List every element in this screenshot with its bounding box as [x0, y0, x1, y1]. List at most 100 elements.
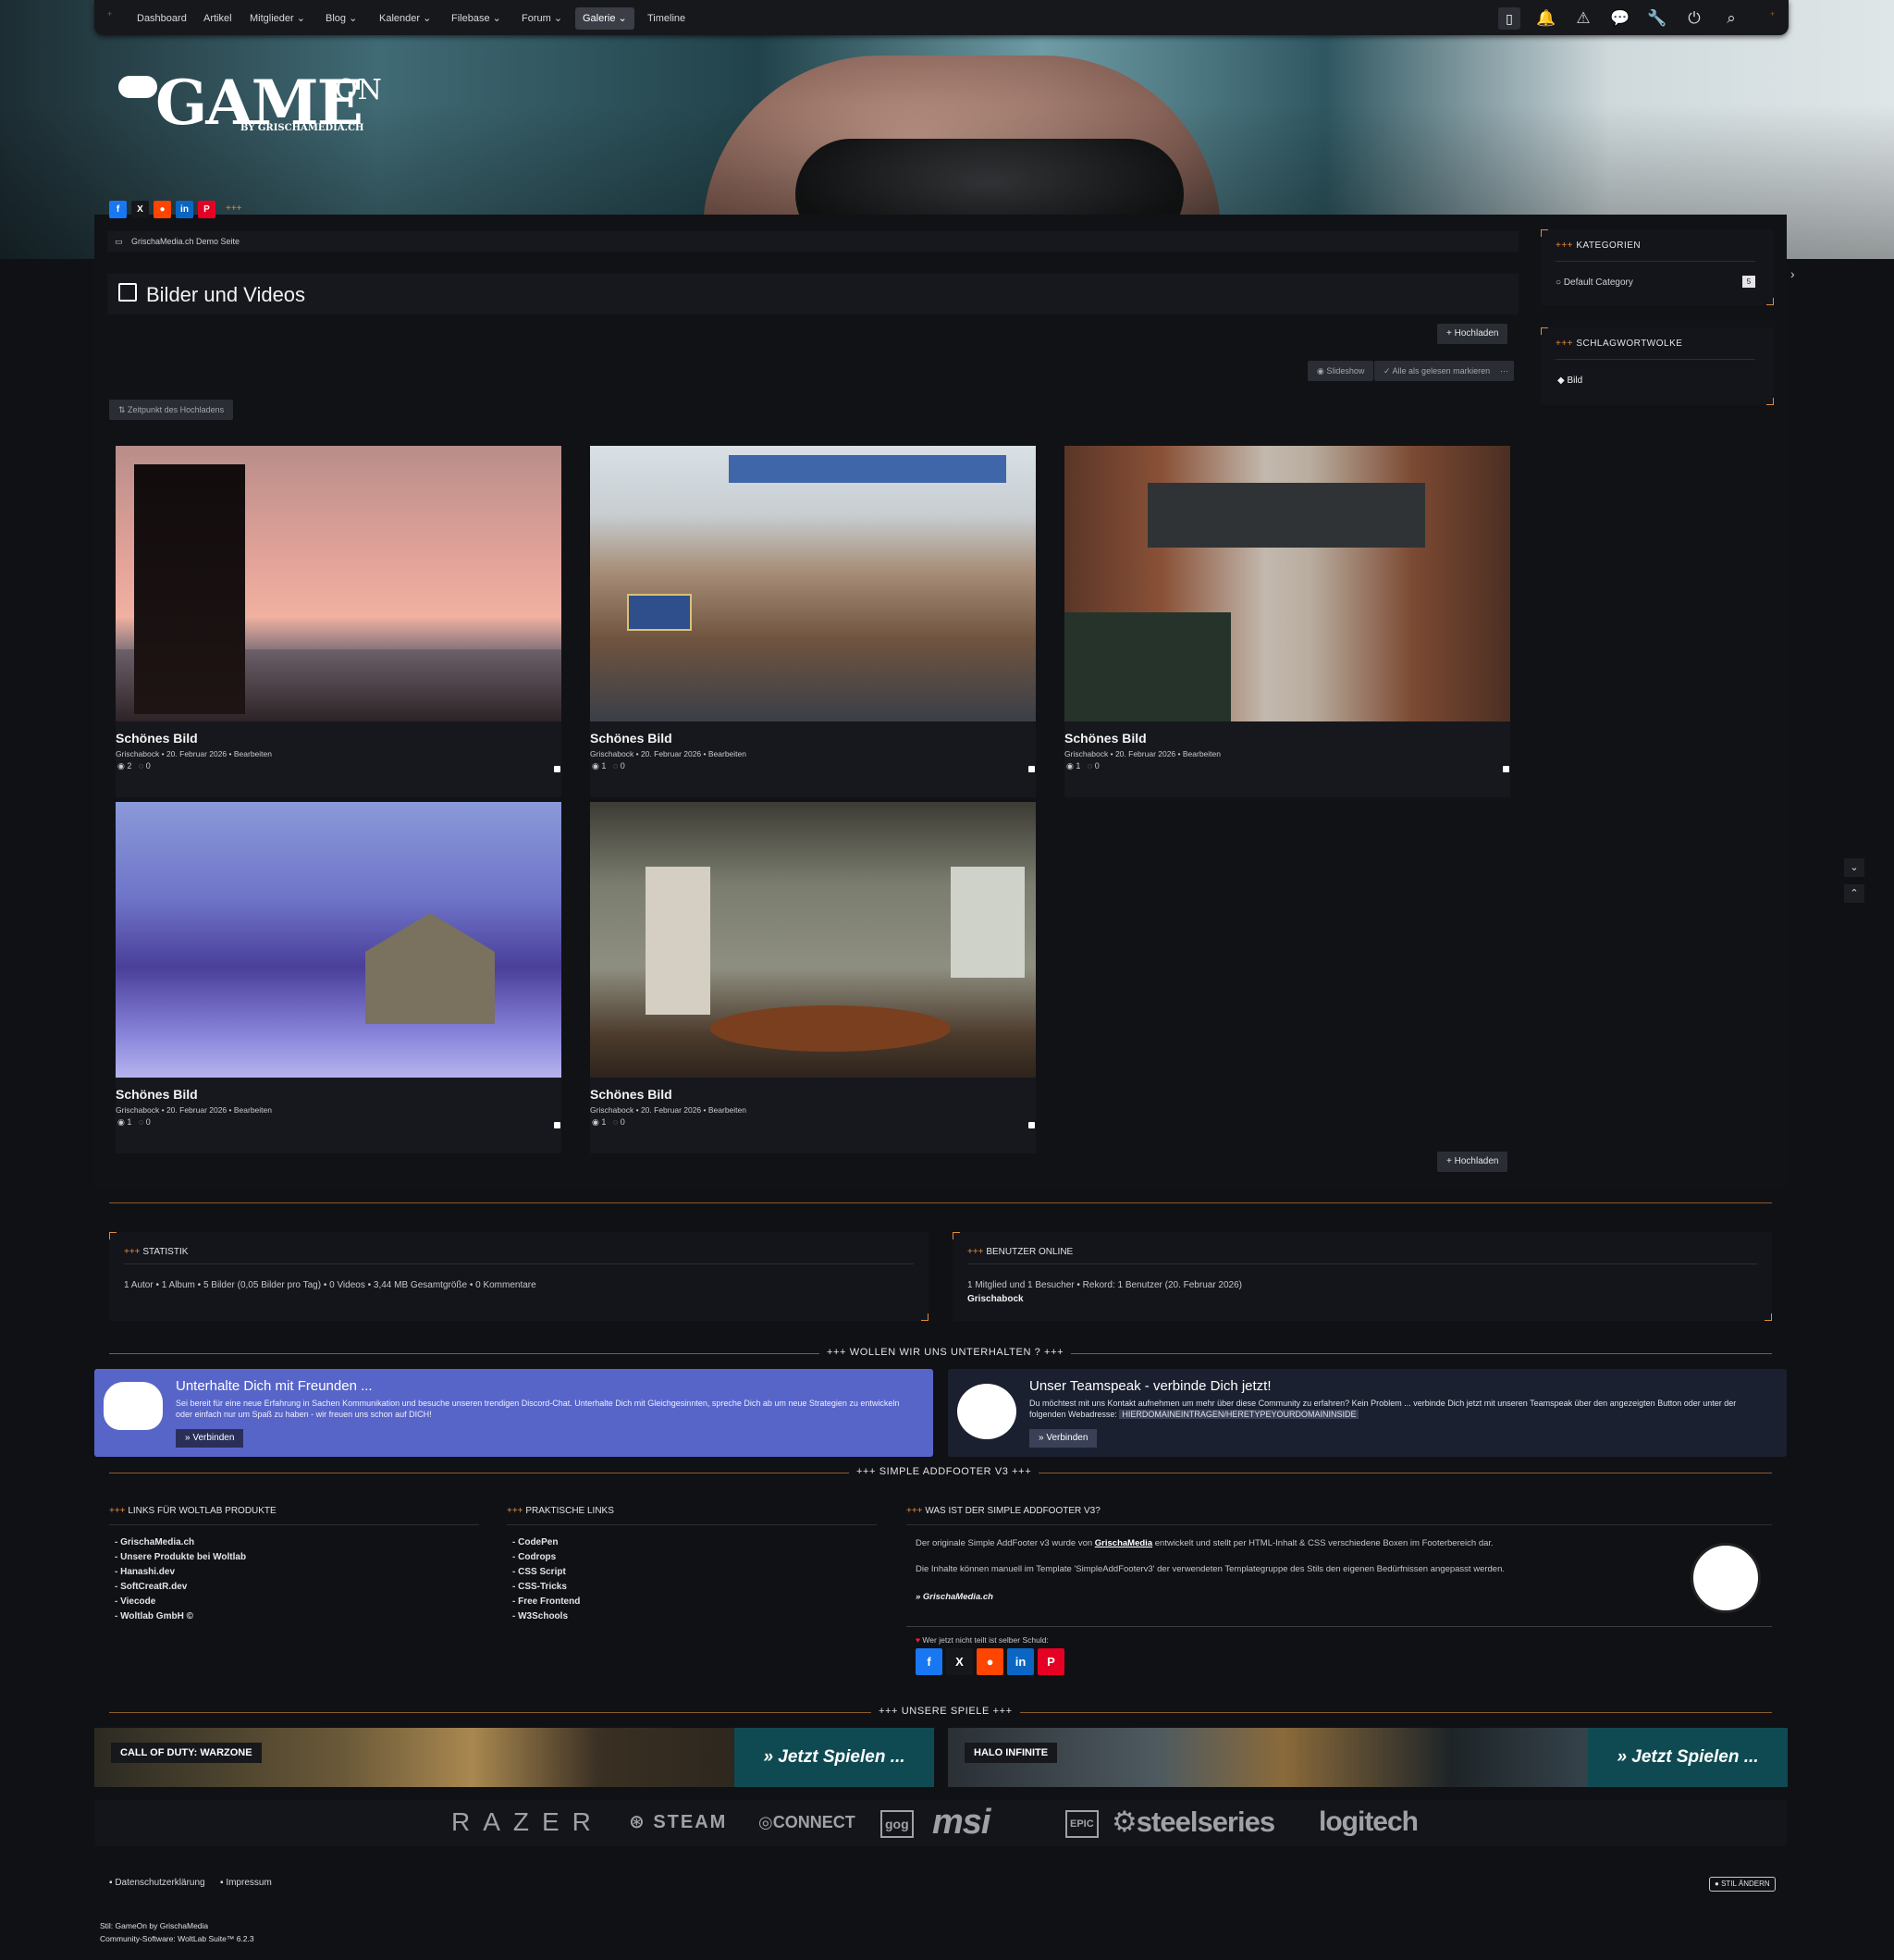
footer-link[interactable]: Woltlab GmbH ©	[115, 1609, 246, 1624]
reddit-icon[interactable]: ●	[154, 201, 171, 218]
footer-link[interactable]: Hanashi.dev	[115, 1565, 246, 1580]
x-icon[interactable]: X	[131, 201, 149, 218]
breadcrumb[interactable]: ▭ GrischaMedia.ch Demo Seite	[107, 231, 1519, 252]
reddit-share-icon[interactable]: ●	[977, 1648, 1003, 1675]
gog-logo[interactable]: gog	[880, 1810, 914, 1838]
footer-link[interactable]: SoftCreatR.dev	[115, 1580, 246, 1595]
scroll-down-button[interactable]: ⌄	[1844, 858, 1864, 877]
chat-icon[interactable]: 💬	[1609, 7, 1631, 30]
category-link[interactable]: ○ Default Category	[1556, 277, 1633, 288]
change-style-button[interactable]: ● STIL ÄNDERN	[1709, 1877, 1776, 1892]
imprint-link[interactable]: ▪ Impressum	[220, 1878, 272, 1888]
share-prompt: ♥ Wer jetzt nicht teilt ist selber Schul…	[916, 1635, 1049, 1645]
nav-blog[interactable]: Blog ⌄	[318, 7, 364, 30]
upload-button-bottom[interactable]: + Hochladen	[1437, 1152, 1508, 1172]
epic-logo[interactable]: EPIC	[1065, 1810, 1099, 1838]
footer-link[interactable]: CSS Script	[512, 1565, 580, 1580]
thumbnail-storefront[interactable]	[590, 446, 1036, 721]
item-title[interactable]: Schönes Bild	[116, 731, 198, 746]
select-checkbox[interactable]	[1503, 766, 1509, 772]
gallery-item[interactable]: Schönes Bild Grischabock • 20. Februar 2…	[590, 446, 1036, 797]
wrench-icon[interactable]: 🔧	[1646, 7, 1668, 30]
nav-mitglieder[interactable]: Mitglieder ⌄	[242, 7, 313, 30]
mark-read-button[interactable]: ✓ Alle als gelesen markieren	[1374, 361, 1500, 381]
game-banner-halo[interactable]: HALO INFINITE » Jetzt Spielen ...	[948, 1728, 1788, 1787]
pinterest-share-icon[interactable]: P	[1038, 1648, 1064, 1675]
item-title[interactable]: Schönes Bild	[116, 1087, 198, 1102]
teamspeak-connect-button[interactable]: » Verbinden	[1029, 1429, 1098, 1448]
more-options-button[interactable]: ···	[1494, 361, 1514, 381]
eye-icon: ◉	[1066, 761, 1074, 770]
discord-connect-button[interactable]: » Verbinden	[176, 1429, 244, 1448]
sort-button[interactable]: ⇅ Zeitpunkt des Hochladens	[109, 400, 234, 420]
thumbnail-sunset[interactable]	[116, 446, 561, 721]
connect-logo[interactable]: ◎CONNECT	[758, 1804, 855, 1841]
software-credit[interactable]: Community-Software: WoltLab Suite™ 6.2.3	[100, 1934, 254, 1943]
bell-icon[interactable]: 🔔	[1535, 7, 1557, 30]
item-title[interactable]: Schönes Bild	[1064, 731, 1147, 746]
privacy-link[interactable]: ▪ Datenschutzerklärung	[109, 1878, 205, 1888]
wsc-logo-icon[interactable]: ▯	[1498, 7, 1520, 30]
pinterest-icon[interactable]: P	[198, 201, 215, 218]
facebook-share-icon[interactable]: f	[916, 1648, 942, 1675]
thumbnail-city-street[interactable]	[1064, 446, 1510, 721]
share-more[interactable]: +++	[226, 203, 242, 214]
nav-dashboard[interactable]: Dashboard	[129, 7, 194, 30]
play-now-button[interactable]: » Jetzt Spielen ...	[734, 1728, 934, 1787]
play-now-button[interactable]: » Jetzt Spielen ...	[1588, 1728, 1788, 1787]
steelseries-logo[interactable]: ⚙steelseries	[1112, 1804, 1275, 1841]
footer-link[interactable]: Viecode	[115, 1595, 246, 1609]
online-user-link[interactable]: Grischabock	[967, 1294, 1024, 1304]
facebook-icon[interactable]: f	[109, 201, 127, 218]
page-title: Bilder und Videos	[146, 283, 306, 306]
msi-logo[interactable]: msi	[932, 1804, 990, 1841]
woltlab-links-list: GrischaMedia.ch Unsere Produkte bei Wolt…	[115, 1535, 246, 1624]
addfooter-signature[interactable]: » GrischaMedia.ch	[916, 1592, 993, 1602]
linkedin-share-icon[interactable]: in	[1007, 1648, 1034, 1675]
comment-icon: ◌	[138, 761, 144, 770]
select-checkbox[interactable]	[1028, 766, 1035, 772]
select-checkbox[interactable]	[554, 766, 560, 772]
nav-filebase[interactable]: Filebase ⌄	[444, 7, 509, 30]
footer-col2-title: PRAKTISCHE LINKS	[525, 1506, 614, 1516]
steam-logo[interactable]: ⊛ STEAM	[629, 1804, 727, 1841]
item-title[interactable]: Schönes Bild	[590, 731, 672, 746]
item-title[interactable]: Schönes Bild	[590, 1087, 672, 1102]
nav-timeline[interactable]: Timeline	[640, 7, 693, 30]
nav-kalender[interactable]: Kalender ⌄	[372, 7, 438, 30]
linkedin-icon[interactable]: in	[176, 201, 193, 218]
x-share-icon[interactable]: X	[946, 1648, 973, 1675]
item-meta: Grischabock • 20. Februar 2026 • Bearbei…	[590, 1105, 746, 1115]
footer-link[interactable]: GrischaMedia.ch	[115, 1535, 246, 1550]
slideshow-button[interactable]: ◉ Slideshow	[1308, 361, 1374, 381]
gallery-item[interactable]: Schönes Bild Grischabock • 20. Februar 2…	[590, 802, 1036, 1153]
game-banner-warzone[interactable]: CALL OF DUTY: WARZONE » Jetzt Spielen ..…	[94, 1728, 934, 1787]
nav-artikel[interactable]: Artikel	[196, 7, 240, 30]
sidebar-toggle-icon[interactable]: ›	[1790, 266, 1795, 281]
footer-link[interactable]: CodePen	[512, 1535, 580, 1550]
tag-link[interactable]: ◆ Bild	[1557, 376, 1582, 386]
footer-link[interactable]: CSS-Tricks	[512, 1580, 580, 1595]
select-checkbox[interactable]	[554, 1122, 560, 1128]
power-icon[interactable]: ⏻	[1683, 7, 1705, 30]
search-icon[interactable]: ⌕	[1720, 7, 1742, 30]
users-online-box: +++ BENUTZER ONLINE 1 Mitglied und 1 Bes…	[953, 1232, 1772, 1321]
gallery-item[interactable]: Schönes Bild Grischabock • 20. Februar 2…	[116, 802, 561, 1153]
gallery-item[interactable]: Schönes Bild Grischabock • 20. Februar 2…	[116, 446, 561, 797]
footer-link[interactable]: Unsere Produkte bei Woltlab	[115, 1550, 246, 1565]
gallery-item[interactable]: Schönes Bild Grischabock • 20. Februar 2…	[1064, 446, 1510, 797]
nav-forum[interactable]: Forum ⌄	[514, 7, 570, 30]
razer-logo[interactable]: RAZER	[451, 1804, 604, 1841]
logitech-logo[interactable]: logitech	[1319, 1804, 1419, 1841]
footer-link[interactable]: W3Schools	[512, 1609, 580, 1624]
thumbnail-dining-room[interactable]	[590, 802, 1036, 1078]
select-checkbox[interactable]	[1028, 1122, 1035, 1128]
thumbnail-forest-cabin[interactable]	[116, 802, 561, 1078]
nav-galerie[interactable]: Galerie ⌄	[575, 7, 634, 30]
footer-link[interactable]: Codrops	[512, 1550, 580, 1565]
footer-link[interactable]: Free Frontend	[512, 1595, 580, 1609]
upload-button[interactable]: + Hochladen	[1437, 324, 1508, 344]
style-credit[interactable]: Stil: GameOn by GrischaMedia	[100, 1921, 208, 1930]
scroll-up-button[interactable]: ⌃	[1844, 884, 1864, 903]
warning-icon[interactable]: ⚠	[1572, 7, 1594, 30]
